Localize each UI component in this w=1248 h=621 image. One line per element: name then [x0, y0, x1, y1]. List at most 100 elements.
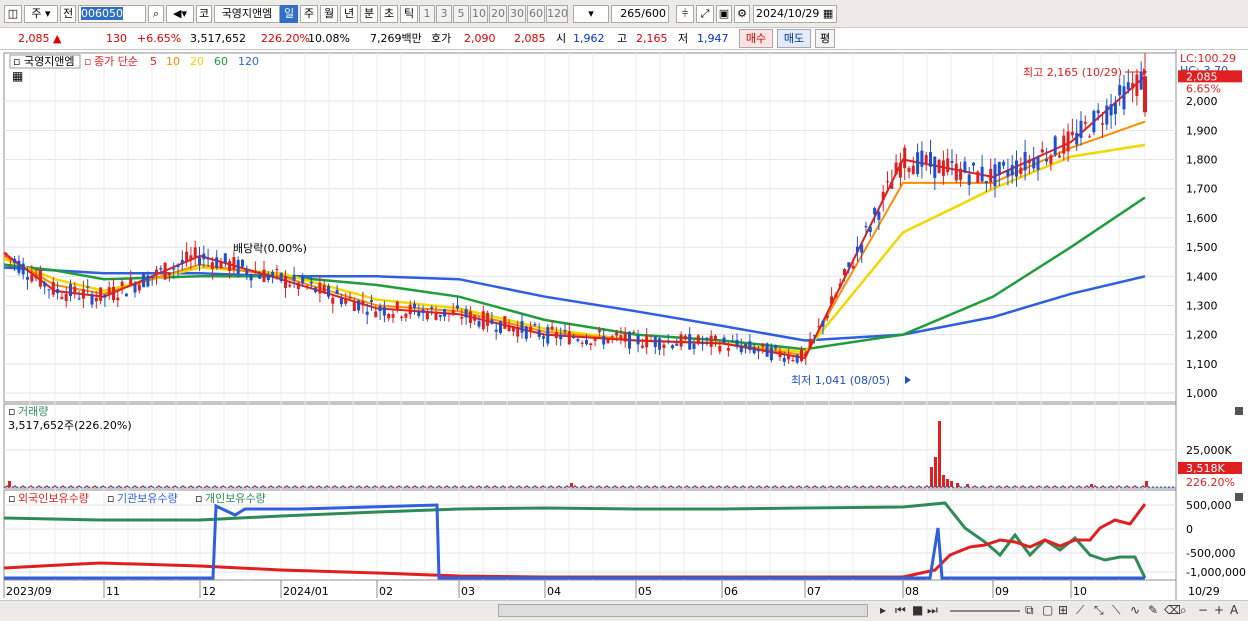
- candle-type-icon[interactable]: ⫩: [676, 5, 694, 23]
- count-field[interactable]: 265/600: [611, 5, 669, 23]
- candle-body: [4, 253, 8, 255]
- candle-body: [301, 276, 305, 284]
- panel-frame-1: [3, 403, 1177, 489]
- interval-button-120[interactable]: 120: [546, 5, 568, 23]
- period-tab-2[interactable]: 월: [320, 5, 338, 23]
- gear-icon[interactable]: ⚙: [734, 5, 750, 23]
- price-tick-3: 1,700: [1186, 183, 1218, 196]
- interval-select[interactable]: ▾: [573, 5, 609, 23]
- volume-bar-small: [510, 485, 512, 487]
- zoom-icon[interactable]: ⌕: [1180, 602, 1187, 618]
- period-tab-1[interactable]: 주: [300, 5, 318, 23]
- prev-button[interactable]: 전: [60, 5, 76, 23]
- sell-button[interactable]: 매도: [777, 29, 811, 48]
- compare-icon[interactable]: ▢: [1042, 602, 1053, 618]
- forward-icon[interactable]: ⏭: [927, 602, 938, 618]
- volume-bar-small: [846, 485, 848, 487]
- volume-bar-5: [942, 475, 945, 487]
- x-axis-label-4: 02: [379, 585, 393, 598]
- draw-tool-icon[interactable]: ⤢: [696, 5, 714, 23]
- candle-body: [567, 331, 571, 345]
- candle-body: [266, 274, 270, 281]
- chart-menu-icon[interactable]: ◫: [4, 5, 22, 23]
- scroll-thumb[interactable]: [498, 604, 868, 617]
- price-value: 2,085 ▲: [18, 32, 62, 45]
- interval-button-1[interactable]: 1: [419, 5, 435, 23]
- date-input[interactable]: 2024/10/29 ▦: [753, 5, 837, 23]
- search-icon[interactable]: ⌕: [148, 5, 164, 23]
- candle-body: [155, 269, 158, 276]
- chart-scrollbar[interactable]: ▸ ⏮ ■ ⏭ ⧉ ▢ ⊞ ⟋ ⤡ ⟍ ∿ ✎ ⌫ ⌕ − + A: [0, 600, 1248, 621]
- interval-button-20[interactable]: 20: [489, 5, 507, 23]
- fib-tool-icon[interactable]: ⟍: [1112, 602, 1120, 618]
- candle-body: [546, 326, 550, 344]
- volume-bar-small: [270, 485, 272, 487]
- eval-button[interactable]: 평: [815, 29, 835, 48]
- candle-body: [726, 347, 730, 351]
- candle-body: [357, 300, 361, 311]
- chart-area[interactable]: 2,000 1,900 1,800 1,700 1,600 1,500 1,400 1,300…: [0, 50, 1248, 603]
- eraser-icon[interactable]: ⌫: [1164, 602, 1181, 618]
- volume-bar-small: [1022, 485, 1024, 487]
- save-icon[interactable]: ▣: [716, 5, 732, 23]
- ma-legend-20: 20: [190, 55, 204, 68]
- calendar-icon[interactable]: ▦: [823, 7, 833, 20]
- interval-button-30[interactable]: 30: [508, 5, 526, 23]
- scroll-right-icon[interactable]: ▸: [880, 602, 886, 618]
- candle-body: [731, 340, 735, 342]
- price-tick-4: 1,600: [1186, 212, 1218, 225]
- candle-body: [331, 297, 335, 304]
- candle-body: [236, 259, 240, 274]
- candle-body: [563, 330, 567, 332]
- candle-body: [417, 311, 421, 316]
- plus-icon[interactable]: +: [1214, 602, 1224, 618]
- wave-tool-icon[interactable]: ∿: [1130, 602, 1140, 618]
- zoom-slider[interactable]: [950, 610, 1020, 612]
- volume-bar-small: [534, 485, 536, 487]
- price-tick-6: 1,400: [1186, 270, 1218, 283]
- period-tab-6[interactable]: 틱: [400, 5, 418, 23]
- interval-button-5[interactable]: 5: [453, 5, 469, 23]
- minus-icon[interactable]: −: [1198, 602, 1208, 618]
- rewind-icon[interactable]: ⏮: [895, 602, 906, 618]
- buy-button[interactable]: 매수: [739, 29, 773, 48]
- market-type-select[interactable]: 주 ▾: [24, 5, 58, 23]
- candle-body: [696, 335, 700, 344]
- volume-bar-small: [478, 485, 480, 487]
- interval-button-60[interactable]: 60: [527, 5, 545, 23]
- candle-body: [344, 298, 348, 304]
- stop-icon[interactable]: ■: [912, 602, 923, 618]
- candle-body: [348, 297, 352, 299]
- grid-icon[interactable]: ⊞: [1058, 602, 1068, 618]
- trend-tool-icon[interactable]: ⤡: [1094, 602, 1104, 618]
- candle-body: [903, 147, 907, 169]
- pen-tool-icon[interactable]: ✎: [1148, 602, 1158, 618]
- candle-body: [1070, 131, 1074, 136]
- period-tab-0[interactable]: 일: [280, 5, 298, 23]
- volume-bar-small: [134, 485, 136, 487]
- layout-icon[interactable]: ⧉: [1025, 602, 1034, 618]
- volume-bar-small: [950, 485, 952, 487]
- period-tab-4[interactable]: 분: [360, 5, 378, 23]
- line-tool-icon[interactable]: ⟋: [1076, 602, 1084, 618]
- high-value: 2,165: [636, 32, 668, 45]
- exchange-badge: 코: [196, 5, 212, 23]
- interval-button-10[interactable]: 10: [470, 5, 488, 23]
- candle-body: [107, 287, 111, 296]
- change-value: 130: [106, 32, 127, 45]
- candle-body: [400, 316, 404, 318]
- text-tool-icon[interactable]: A: [1230, 602, 1238, 618]
- volume-bar-small: [614, 485, 616, 487]
- candle-body: [8, 257, 12, 259]
- period-tab-3[interactable]: 년: [340, 5, 358, 23]
- stock-chart-svg[interactable]: 2,000 1,900 1,800 1,700 1,600 1,500 1,400 1,300…: [0, 50, 1248, 600]
- volume-bar-small: [630, 485, 632, 487]
- stock-code-input[interactable]: 006050: [78, 5, 146, 23]
- speaker-icon[interactable]: ◀▾: [166, 5, 194, 23]
- candle-body: [537, 330, 541, 337]
- volume-bar-small: [1102, 485, 1104, 487]
- volume-bar-small: [622, 485, 624, 487]
- period-tab-5[interactable]: 초: [380, 5, 398, 23]
- volume-bar-small: [526, 485, 528, 487]
- interval-button-3[interactable]: 3: [436, 5, 452, 23]
